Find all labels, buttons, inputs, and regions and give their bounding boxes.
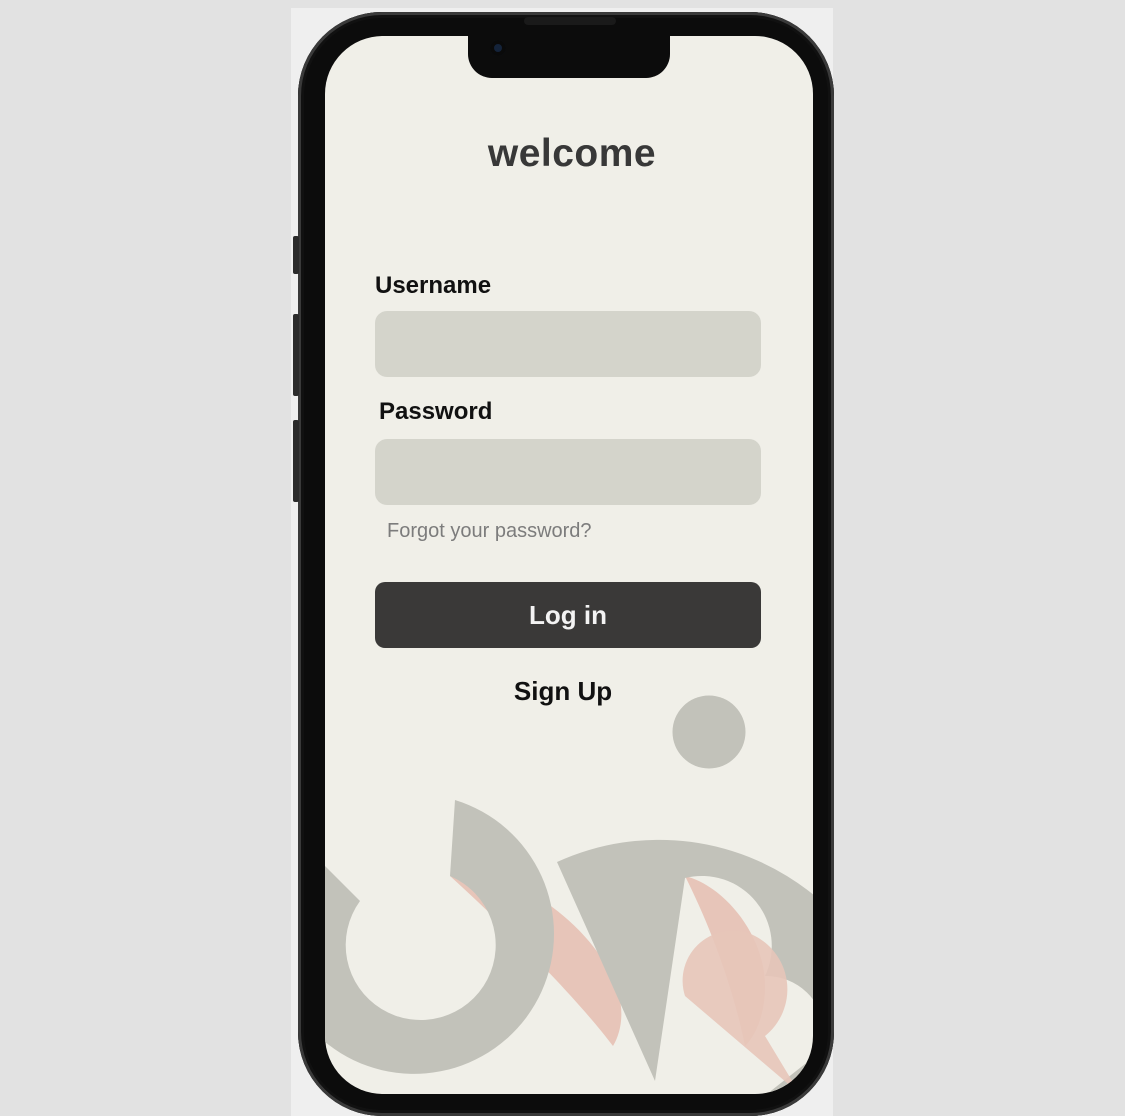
page-title: welcome xyxy=(487,132,657,175)
forgot-password-link[interactable]: Forgot your password? xyxy=(387,520,592,543)
speaker-grille xyxy=(524,17,616,25)
password-label: Password xyxy=(379,398,493,425)
username-input[interactable] xyxy=(375,311,761,377)
decor-pink-band-2 xyxy=(685,876,765,1046)
signup-link[interactable]: Sign Up xyxy=(325,676,801,707)
username-label: Username xyxy=(375,272,492,299)
side-button-volume-up xyxy=(293,314,299,396)
login-button[interactable]: Log in xyxy=(375,582,761,648)
decor-middle-arc xyxy=(557,839,813,1094)
side-button-volume-down xyxy=(293,420,299,502)
decor-left-arc xyxy=(325,800,554,1074)
front-camera xyxy=(490,40,506,56)
password-input[interactable] xyxy=(375,439,761,505)
mockup-canvas: welcome Username Password Forgot your pa… xyxy=(0,0,1125,1116)
background-decoration xyxy=(325,695,813,1094)
decor-right-arc xyxy=(682,930,800,1094)
side-button-silent xyxy=(293,236,299,274)
decor-pink-band xyxy=(450,874,622,1046)
phone-screen: welcome Username Password Forgot your pa… xyxy=(325,36,813,1094)
phone-notch xyxy=(468,36,670,78)
